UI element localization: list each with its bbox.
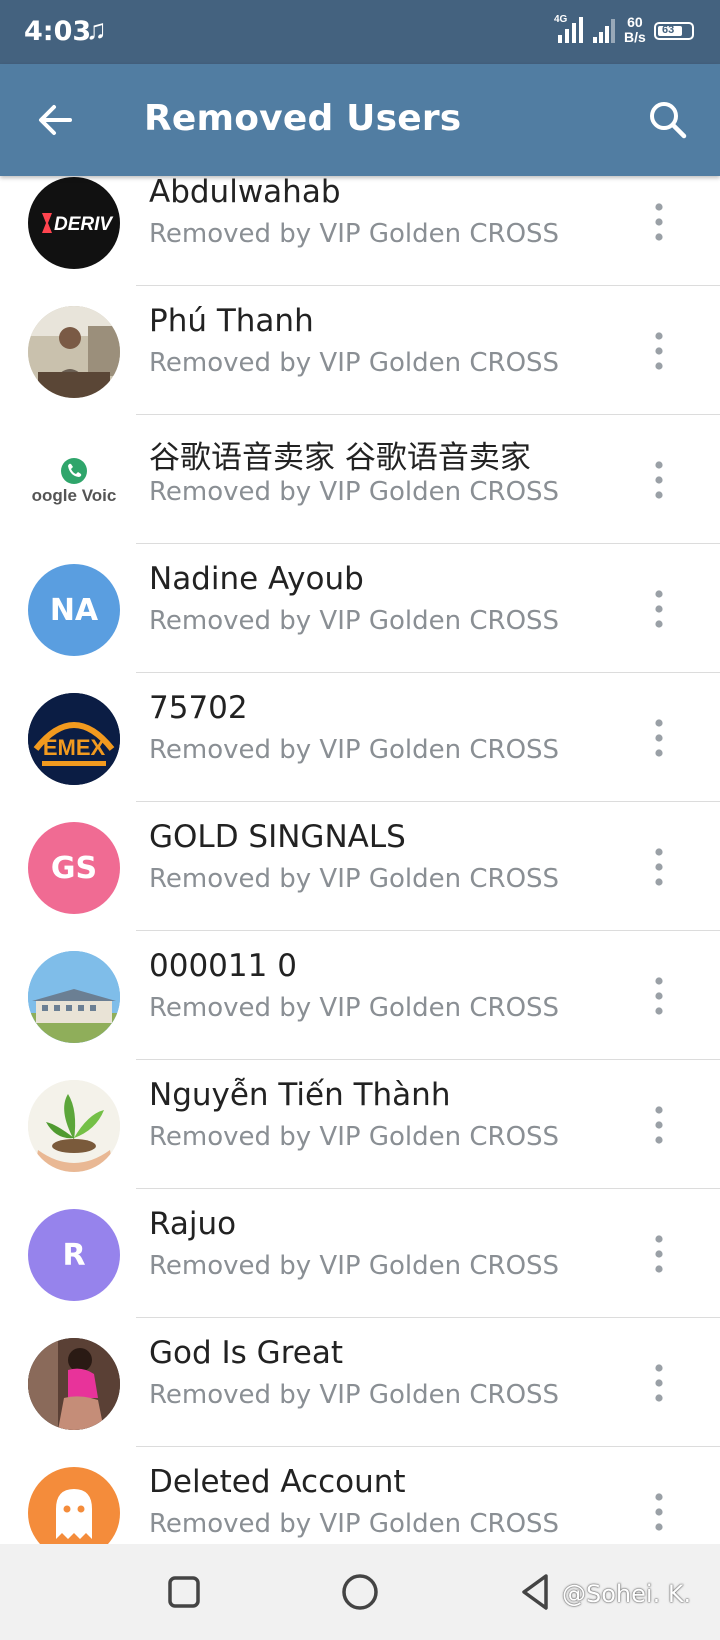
plant-photo-avatar	[28, 1080, 120, 1172]
user-subtitle: Removed by VIP Golden CROSS	[149, 735, 560, 765]
user-name: 谷歌语音卖家 谷歌语音卖家	[149, 440, 531, 476]
network-speed: 60 B/s	[624, 15, 646, 45]
list-item[interactable]: Nguyễn Tiến Thành Removed by VIP Golden …	[0, 1060, 720, 1189]
user-name: Nadine Ayoub	[149, 561, 364, 597]
list-item[interactable]: 000011 0 Removed by VIP Golden CROSS	[0, 931, 720, 1060]
user-subtitle: Removed by VIP Golden CROSS	[149, 993, 560, 1023]
avatar: oogle Voic	[28, 435, 120, 527]
system-navigation-bar: @Sohei. K.	[0, 1544, 720, 1640]
user-subtitle: Removed by VIP Golden CROSS	[149, 477, 560, 507]
removed-users-list[interactable]: DERIV Abdulwahab Removed by VIP Golden C…	[0, 176, 720, 1544]
list-item[interactable]: EMEX 75702 Removed by VIP Golden CROSS	[0, 673, 720, 802]
user-subtitle: Removed by VIP Golden CROSS	[149, 864, 560, 894]
speed-unit: B/s	[624, 29, 646, 45]
avatar	[28, 951, 120, 1043]
signal-strength-2-icon	[593, 19, 615, 43]
music-note-icon: ♫	[86, 14, 107, 45]
more-vert-icon[interactable]	[641, 455, 677, 505]
page-title: Removed Users	[144, 98, 462, 139]
list-item[interactable]: NA Nadine Ayoub Removed by VIP Golden CR…	[0, 544, 720, 673]
user-name: God Is Great	[149, 1335, 343, 1371]
more-vert-icon[interactable]	[641, 842, 677, 892]
ghost-icon	[56, 1489, 92, 1539]
photo-avatar	[28, 951, 120, 1043]
user-subtitle: Removed by VIP Golden CROSS	[149, 1380, 560, 1410]
signal-strength-icon	[558, 17, 583, 43]
more-vert-icon[interactable]	[641, 713, 677, 763]
more-vert-icon[interactable]	[641, 326, 677, 376]
list-item[interactable]: DERIV Abdulwahab Removed by VIP Golden C…	[0, 176, 720, 286]
user-subtitle: Removed by VIP Golden CROSS	[149, 1509, 560, 1539]
watermark: @Sohei. K.	[562, 1580, 692, 1608]
avatar-text: EMEX	[43, 735, 106, 760]
search-icon[interactable]	[642, 94, 694, 146]
avatar	[28, 1467, 120, 1544]
google-voice-logo: oogle Voic	[32, 458, 117, 505]
battery-level: 63	[662, 24, 675, 36]
photo-avatar	[28, 306, 120, 398]
home-circle-icon[interactable]	[336, 1568, 384, 1616]
avatar: GS	[28, 822, 120, 914]
user-name: 000011 0	[149, 948, 297, 984]
avatar	[28, 1080, 120, 1172]
list-item[interactable]: GS GOLD SINGNALS Removed by VIP Golden C…	[0, 802, 720, 931]
avatar: NA	[28, 564, 120, 656]
avatar	[28, 306, 120, 398]
avatar: DERIV	[28, 177, 120, 269]
more-vert-icon[interactable]	[641, 1358, 677, 1408]
more-vert-icon[interactable]	[641, 971, 677, 1021]
more-vert-icon[interactable]	[641, 1100, 677, 1150]
user-name: GOLD SINGNALS	[149, 819, 406, 855]
avatar-text: oogle Voic	[32, 486, 117, 505]
more-vert-icon[interactable]	[641, 1487, 677, 1537]
list-item[interactable]: God Is Great Removed by VIP Golden CROSS	[0, 1318, 720, 1447]
user-name: Nguyễn Tiến Thành	[149, 1077, 451, 1113]
user-subtitle: Removed by VIP Golden CROSS	[149, 1122, 560, 1152]
user-name: Phú Thanh	[149, 303, 314, 339]
recents-square-icon[interactable]	[160, 1568, 208, 1616]
user-subtitle: Removed by VIP Golden CROSS	[149, 348, 560, 378]
user-name: 75702	[149, 690, 248, 726]
speed-value: 60	[627, 14, 643, 30]
more-vert-icon[interactable]	[641, 1229, 677, 1279]
user-name: Deleted Account	[149, 1464, 406, 1500]
user-subtitle: Removed by VIP Golden CROSS	[149, 1251, 560, 1281]
deriv-logo: DERIV	[42, 213, 113, 235]
more-vert-icon[interactable]	[641, 584, 677, 634]
avatar	[28, 1338, 120, 1430]
list-item[interactable]: Phú Thanh Removed by VIP Golden CROSS	[0, 286, 720, 415]
emex-logo: EMEX	[28, 693, 120, 785]
user-name: Abdulwahab	[149, 176, 341, 210]
user-subtitle: Removed by VIP Golden CROSS	[149, 219, 560, 249]
avatar-text: DERIV	[54, 214, 113, 235]
arrow-left-icon[interactable]	[30, 94, 82, 146]
battery-icon: 63	[654, 22, 694, 40]
list-item[interactable]: oogle Voic 谷歌语音卖家 谷歌语音卖家 Removed by VIP …	[0, 415, 720, 544]
avatar: EMEX	[28, 693, 120, 785]
avatar: R	[28, 1209, 120, 1301]
list-item[interactable]: R Rajuo Removed by VIP Golden CROSS	[0, 1189, 720, 1318]
photo-avatar	[28, 1338, 120, 1430]
back-triangle-icon[interactable]	[512, 1568, 560, 1616]
list-item[interactable]: Deleted Account Removed by VIP Golden CR…	[0, 1447, 720, 1544]
more-vert-icon[interactable]	[641, 197, 677, 247]
user-subtitle: Removed by VIP Golden CROSS	[149, 606, 560, 636]
status-time: 4:03	[24, 16, 92, 47]
app-bar: Removed Users	[0, 64, 720, 176]
status-bar: 4:03 ♫ 4G 60 B/s 63	[0, 0, 720, 64]
user-name: Rajuo	[149, 1206, 237, 1242]
